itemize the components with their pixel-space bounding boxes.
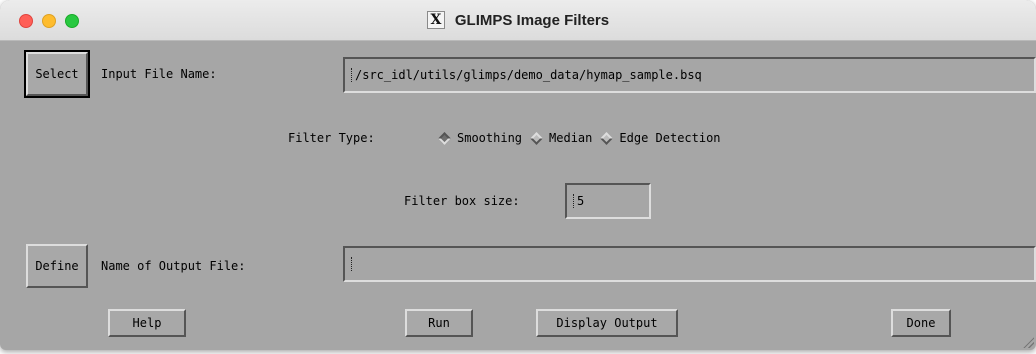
radio-smoothing[interactable]: Smoothing [438,131,523,145]
radio-diamond-icon [600,131,614,145]
filter-box-size-value: 5 [577,194,585,208]
x11-icon: X [426,11,445,29]
radio-median[interactable]: Median [530,131,593,145]
glimps-image-filters-window: X GLIMPS Image Filters Select Input File… [0,0,1036,350]
filter-box-size-label: Filter box size: [404,194,520,208]
define-button[interactable]: Define [26,244,88,288]
dialog-content: Select Input File Name: /src_idl/utils/g… [0,41,1036,350]
radio-smoothing-label: Smoothing [457,131,523,145]
radio-diamond-selected-icon [438,131,451,145]
radio-diamond-icon [530,131,543,145]
radio-median-label: Median [549,131,593,145]
text-caret [573,194,576,208]
window-title: GLIMPS Image Filters [454,11,610,29]
input-file-field[interactable]: /src_idl/utils/glimps/demo_data/hymap_sa… [343,57,1036,93]
radio-edge-detection[interactable]: Edge Detection [600,131,721,145]
radio-edge-detection-label: Edge Detection [619,131,721,145]
text-caret [351,68,354,82]
filter-type-label: Filter Type: [288,131,375,145]
output-file-label: Name of Output File: [101,259,246,273]
input-file-label: Input File Name: [101,67,217,81]
filter-box-size-field[interactable]: 5 [565,183,651,219]
display-output-button[interactable]: Display Output [536,309,678,337]
output-file-field[interactable] [343,246,1036,282]
run-button[interactable]: Run [405,309,473,337]
select-button[interactable]: Select [24,50,90,98]
resize-grip-icon[interactable] [1022,336,1034,348]
done-button[interactable]: Done [891,309,951,337]
title-bar: X GLIMPS Image Filters [0,0,1036,41]
help-button[interactable]: Help [108,309,186,337]
title-wrap: X GLIMPS Image Filters [0,0,1036,40]
filter-type-radio-group: Smoothing Median Edge Detection [438,131,731,145]
input-file-value: /src_idl/utils/glimps/demo_data/hymap_sa… [355,68,702,82]
text-caret [351,257,354,271]
